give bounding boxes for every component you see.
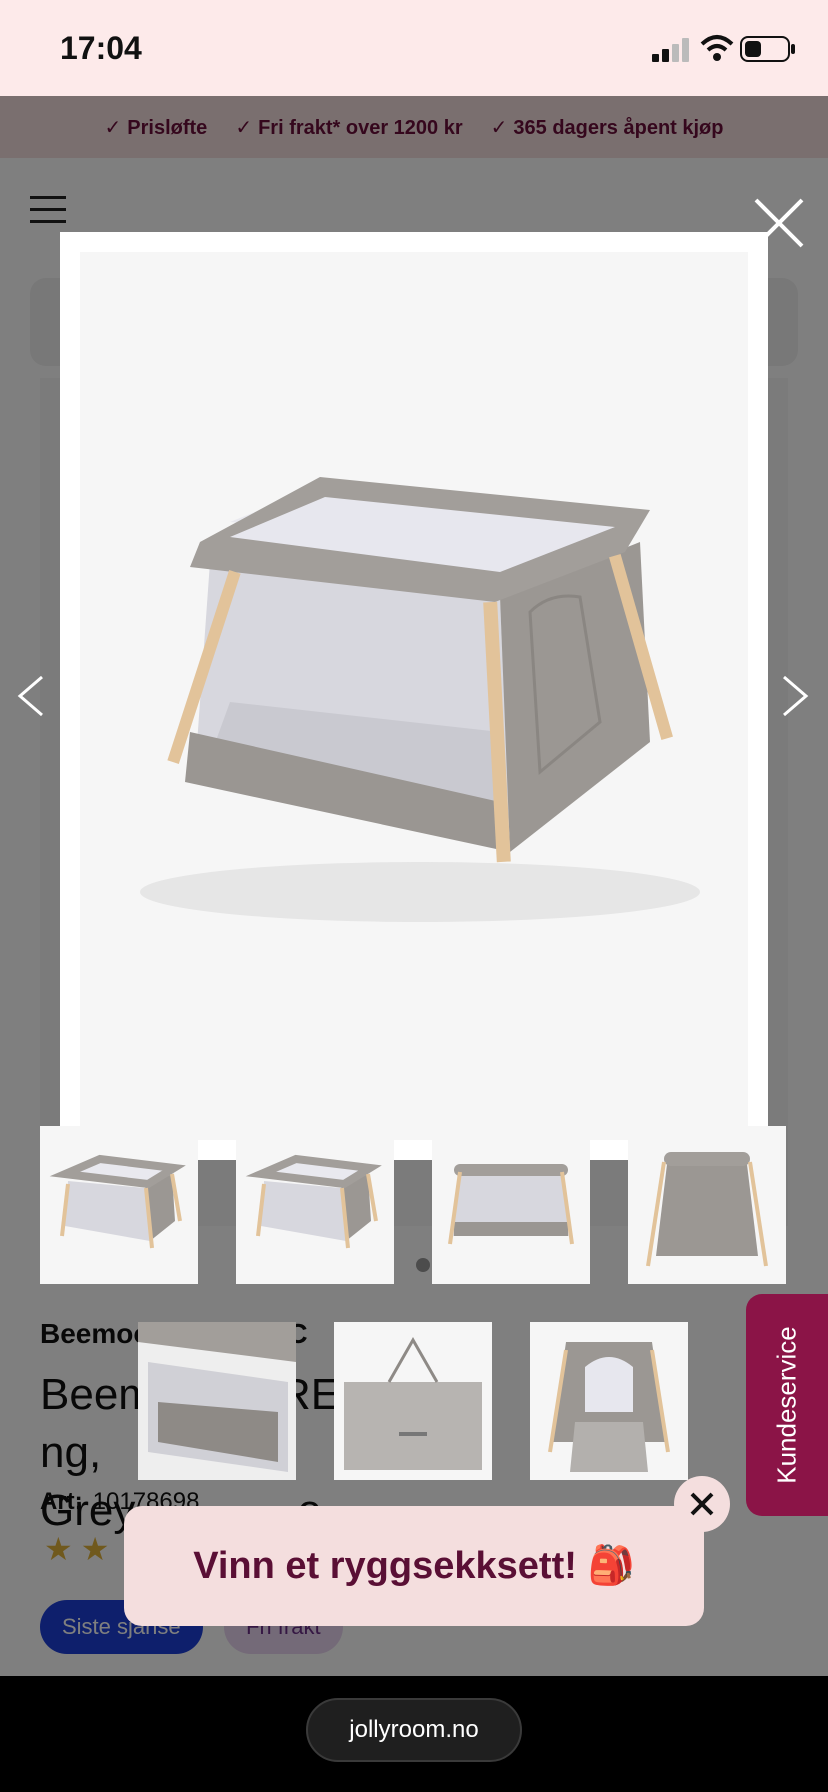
customer-service-label: Kundeservice <box>771 1326 802 1484</box>
thumbnail-7[interactable] <box>530 1322 688 1480</box>
promo-text: Vinn et ryggsekksett! 🎒 <box>193 1544 635 1588</box>
thumbnail-1[interactable] <box>40 1126 198 1284</box>
thumbnail-2[interactable] <box>236 1126 394 1284</box>
promo-close-button[interactable] <box>674 1476 730 1532</box>
lightbox-modal <box>60 232 768 1160</box>
product-image-large <box>80 252 748 1140</box>
lightbox-overlay[interactable] <box>0 96 828 1676</box>
wifi-icon <box>700 35 734 61</box>
address-bar[interactable]: jollyroom.no <box>306 1698 522 1762</box>
browser-bottom-bar: jollyroom.no <box>0 1676 828 1792</box>
thumbnail-4[interactable] <box>628 1126 786 1284</box>
close-icon <box>690 1492 714 1516</box>
thumbnail-3[interactable] <box>432 1126 590 1284</box>
chevron-right-icon[interactable] <box>780 674 810 718</box>
status-time: 17:04 <box>60 30 142 66</box>
thumbnail-6[interactable] <box>334 1322 492 1480</box>
battery-icon <box>740 36 795 62</box>
status-bar: 17:04 <box>0 0 828 96</box>
customer-service-tab[interactable]: Kundeservice <box>746 1294 828 1516</box>
promo-banner[interactable]: Vinn et ryggsekksett! 🎒 <box>124 1506 704 1626</box>
signal-icon <box>652 38 689 62</box>
thumbnail-5[interactable] <box>138 1322 296 1480</box>
chevron-left-icon[interactable] <box>16 674 46 718</box>
backpack-icon: 🎒 <box>587 1545 635 1587</box>
promo-label: Vinn et ryggsekksett! <box>193 1545 577 1587</box>
page: ✓Prisløfte ✓Fri frakt* over 1200 kr ✓365… <box>0 0 828 1792</box>
